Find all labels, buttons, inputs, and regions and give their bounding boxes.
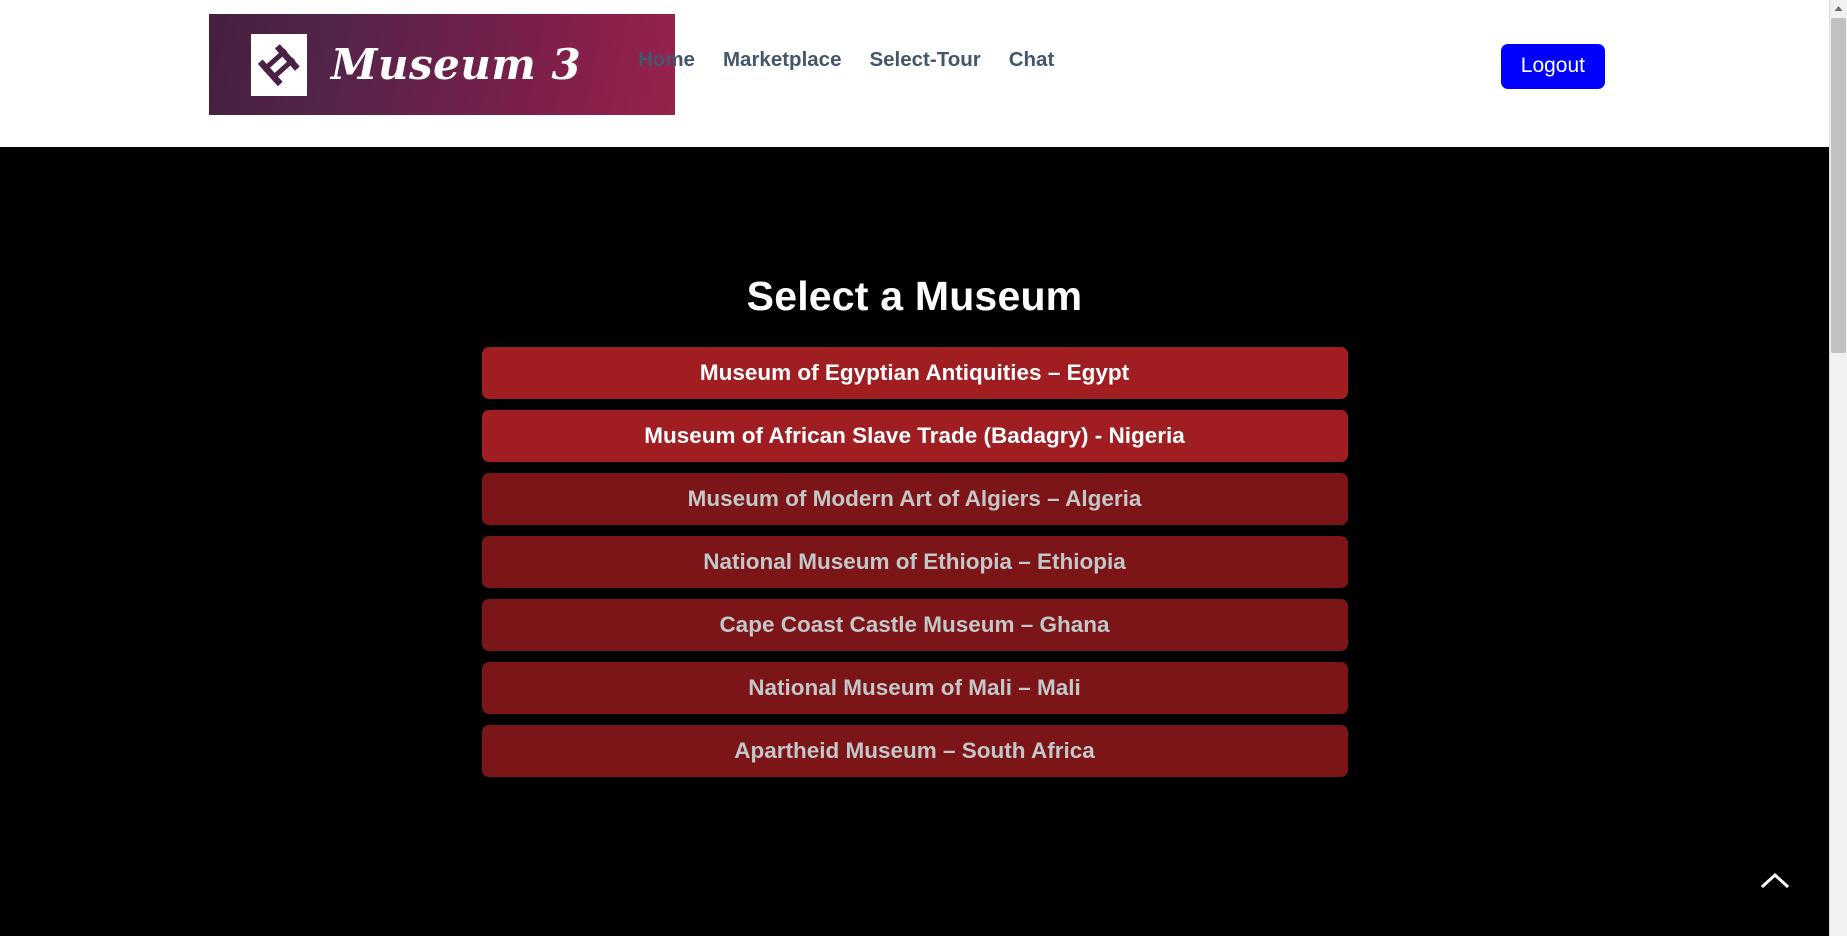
main-navigation: Home Marketplace Select-Tour Chat — [624, 48, 1068, 72]
nav-link-select-tour[interactable]: Select-Tour — [855, 48, 994, 72]
museum-button-cape-coast-castle[interactable]: Cape Coast Castle Museum – Ghana — [481, 599, 1348, 651]
museum-button-african-slave-trade[interactable]: Museum of African Slave Trade (Badagry) … — [481, 410, 1348, 462]
scroll-up-arrow-icon[interactable] — [1830, 0, 1847, 17]
nav-link-marketplace[interactable]: Marketplace — [709, 48, 856, 72]
chevron-up-icon — [1760, 871, 1790, 894]
logout-button[interactable]: Logout — [1500, 44, 1605, 90]
nav-link-home[interactable]: Home — [624, 48, 709, 72]
museum-button-apartheid-south-africa[interactable]: Apartheid Museum – South Africa — [481, 725, 1348, 777]
page-title: Select a Museum — [746, 273, 1083, 319]
scrollbar-thumb[interactable] — [1831, 18, 1846, 353]
brand-banner[interactable]: Museum 3 — [209, 14, 675, 115]
browser-viewport: Museum 3 Home Marketplace Select-Tour Ch… — [0, 0, 1847, 936]
museum-list: Museum of Egyptian Antiquities – Egypt M… — [481, 347, 1348, 777]
museum-button-egyptian-antiquities[interactable]: Museum of Egyptian Antiquities – Egypt — [481, 347, 1348, 399]
vertical-scrollbar[interactable] — [1829, 0, 1847, 936]
museum-button-national-mali[interactable]: National Museum of Mali – Mali — [481, 662, 1348, 714]
main-content: Select a Museum Museum of Egyptian Antiq… — [0, 147, 1829, 936]
museum-button-national-ethiopia[interactable]: National Museum of Ethiopia – Ethiopia — [481, 536, 1348, 588]
page-content: Museum 3 Home Marketplace Select-Tour Ch… — [0, 0, 1829, 936]
museum-button-modern-art-algiers[interactable]: Museum of Modern Art of Algiers – Algeri… — [481, 473, 1348, 525]
nav-link-chat[interactable]: Chat — [995, 48, 1069, 72]
museum-hash-logo-icon — [251, 33, 307, 96]
brand-title: Museum 3 — [331, 40, 582, 89]
scroll-to-top-button[interactable] — [1755, 862, 1795, 902]
site-header: Museum 3 Home Marketplace Select-Tour Ch… — [0, 0, 1829, 147]
